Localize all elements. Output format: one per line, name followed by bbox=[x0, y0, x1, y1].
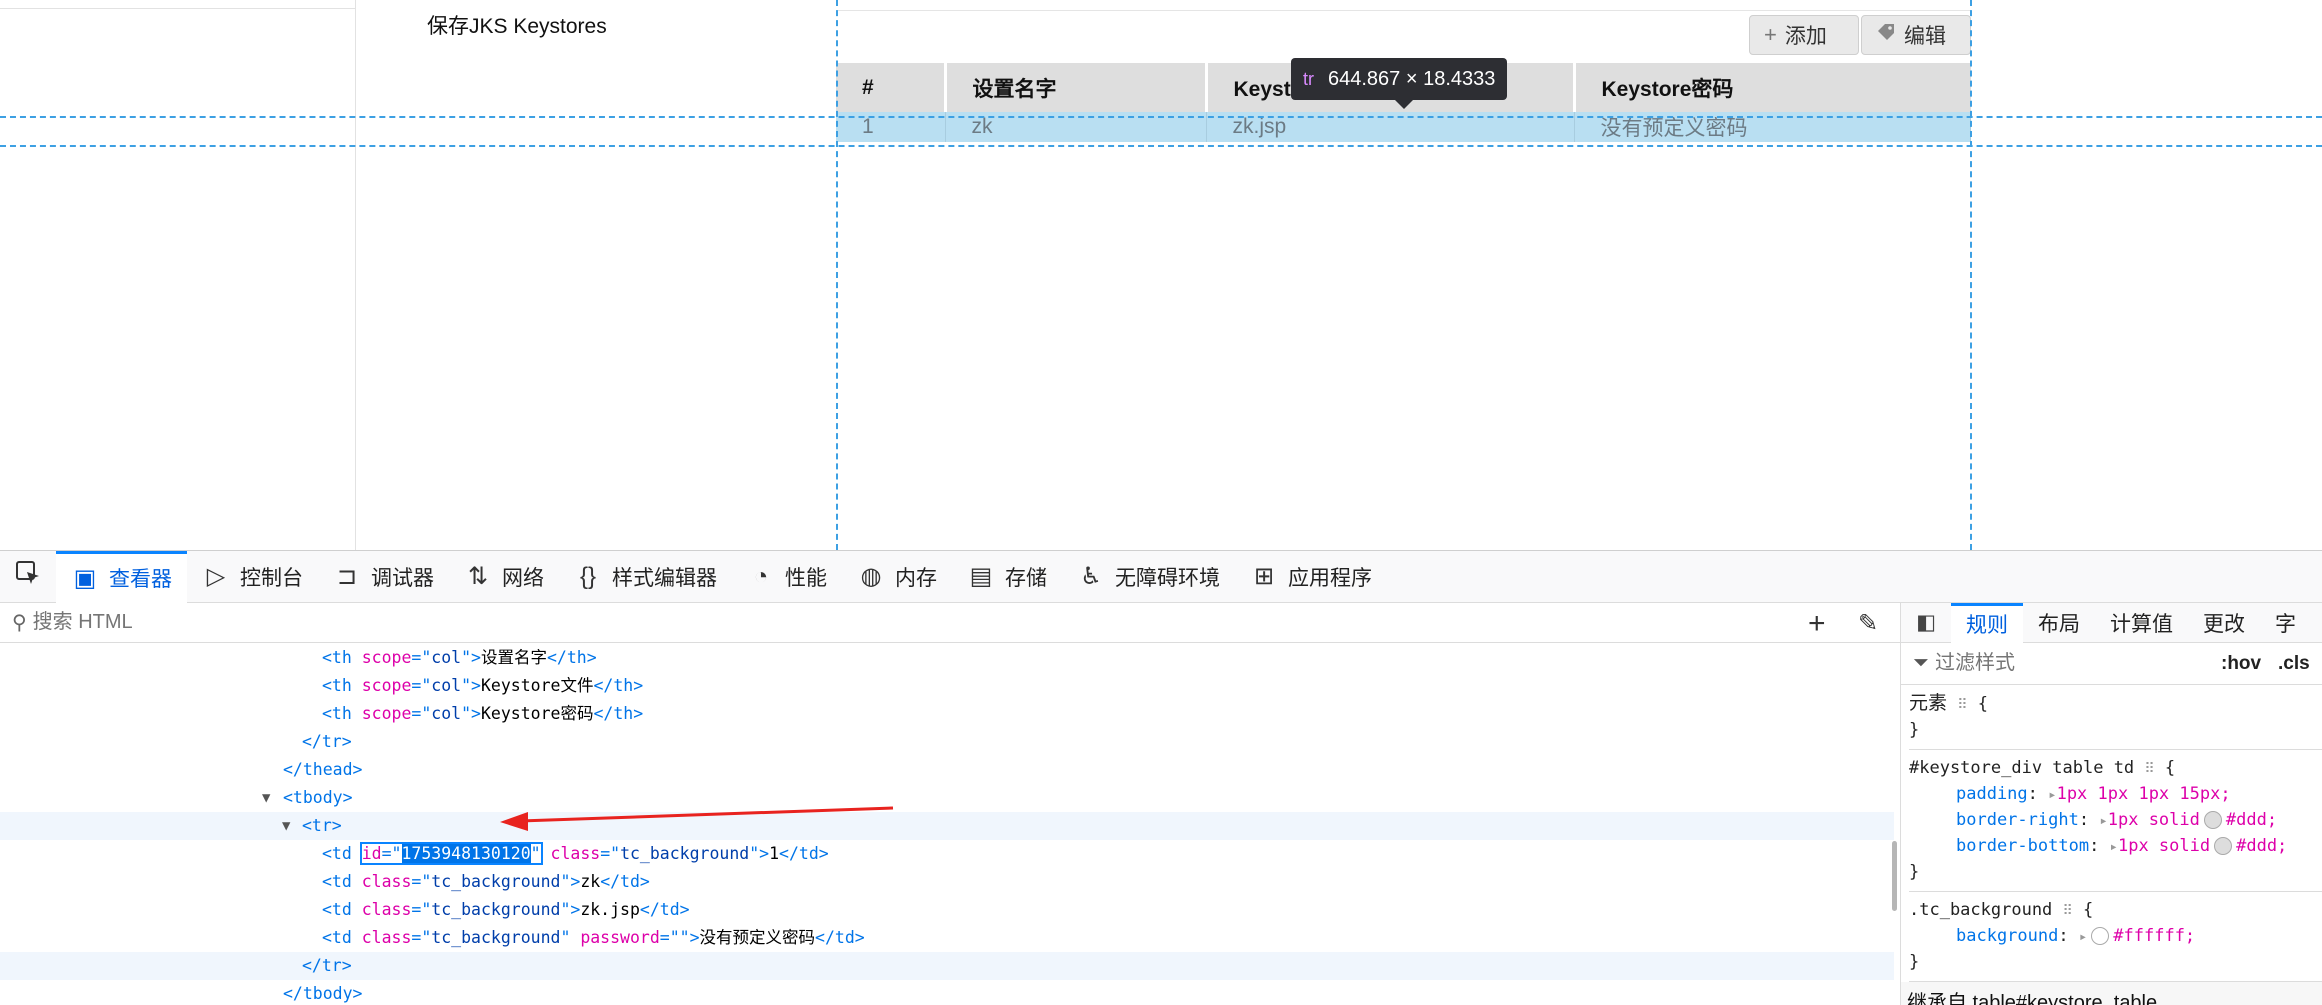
rule-selector: 元素 bbox=[1909, 693, 1948, 714]
rule-selector[interactable]: .tc_background bbox=[1909, 900, 2052, 920]
tooltip-arrow bbox=[1395, 100, 1413, 109]
highlight-guide-left bbox=[836, 0, 838, 550]
rule-selector[interactable]: #keystore_div table td bbox=[1909, 758, 2134, 778]
filter-icon: ⏷ bbox=[1913, 652, 1929, 674]
section-title: 保存JKS Keystores bbox=[427, 15, 607, 38]
rule-property[interactable]: border-bottom: ▸1px solid #ddd; bbox=[1909, 834, 2322, 860]
add-button-label: 添加 bbox=[1784, 25, 1827, 48]
inherited-header: 继承自 table#keystore_table bbox=[1901, 982, 2322, 1005]
divider bbox=[0, 8, 356, 9]
tooltip-size: 644.867 × 18.4333 bbox=[1328, 67, 1496, 90]
devtools-panel: ▣ 查看器 ▷ 控制台 ⊐ 调试器 ⇅ 网络 {} 样式编辑器 ◔ 性能 ◍ 内… bbox=[0, 550, 2322, 1005]
plus-icon: + bbox=[1764, 22, 1777, 47]
rules-panel: ◧ 规则 布局 计算值 更改 字 ⏷ :hov .cls 元素 ⠿ { } #k… bbox=[1901, 602, 2322, 1005]
color-swatch[interactable] bbox=[2214, 837, 2233, 855]
edit-button[interactable]: 编辑 bbox=[1861, 15, 1971, 55]
column-header-index[interactable]: # bbox=[836, 63, 947, 112]
cls-toggle[interactable]: .cls bbox=[2278, 653, 2310, 675]
rule-element: 元素 ⠿ { } bbox=[1909, 685, 2322, 750]
rules-list: 元素 ⠿ { } #keystore_div table td ⠿ { padd… bbox=[1901, 685, 2322, 982]
sidebar-tabs: ◧ 规则 布局 计算值 更改 字 bbox=[1901, 602, 2322, 643]
rule-tc-background: .tc_background ⠿ { background: ▸ #ffffff;… bbox=[1909, 892, 2322, 982]
dock-sidebar-icon[interactable]: ◧ bbox=[1901, 610, 1951, 635]
color-swatch[interactable] bbox=[2091, 927, 2110, 945]
edit-button-label: 编辑 bbox=[1904, 25, 1946, 48]
tooltip-tag: tr bbox=[1303, 68, 1314, 89]
grid-icon: ⠿ bbox=[1957, 697, 1968, 713]
tab-layout[interactable]: 布局 bbox=[2023, 603, 2095, 643]
hov-toggle[interactable]: :hov bbox=[2221, 653, 2261, 675]
element-size-tooltip: tr 644.867 × 18.4333 bbox=[1291, 58, 1508, 109]
tag-icon bbox=[1876, 22, 1896, 48]
divider bbox=[836, 10, 1971, 11]
column-header-name[interactable]: 设置名字 bbox=[945, 63, 1208, 112]
left-sidebar bbox=[0, 0, 356, 550]
rule-property[interactable]: border-right: ▸1px solid #ddd; bbox=[1909, 808, 2322, 834]
tab-fonts[interactable]: 字 bbox=[2260, 603, 2311, 643]
tab-changes[interactable]: 更改 bbox=[2188, 603, 2260, 643]
grid-icon: ⠿ bbox=[2144, 761, 2155, 777]
tab-computed[interactable]: 计算值 bbox=[2095, 603, 2188, 643]
rule-property[interactable]: padding: ▸1px 1px 1px 15px; bbox=[1909, 782, 2322, 808]
page-view: 保存JKS Keystores + 添加 编辑 # 设置名字 Keystore文… bbox=[0, 0, 2322, 550]
add-button[interactable]: + 添加 bbox=[1749, 15, 1859, 55]
rule-property[interactable]: background: ▸ #ffffff; bbox=[1909, 924, 2322, 950]
filter-styles-bar: ⏷ :hov .cls bbox=[1901, 643, 2322, 685]
grid-icon: ⠿ bbox=[2062, 903, 2073, 919]
highlight-guide-right bbox=[1970, 0, 1972, 550]
filter-styles-input[interactable] bbox=[1935, 652, 2225, 675]
color-swatch[interactable] bbox=[2203, 811, 2222, 829]
column-header-password[interactable]: Keystore密码 bbox=[1574, 63, 1971, 112]
highlight-guide-bottom bbox=[0, 145, 2322, 147]
rule-keystore-td: #keystore_div table td ⠿ { padding: ▸1px… bbox=[1909, 750, 2322, 892]
annotation-arrow bbox=[500, 806, 894, 831]
tab-rules[interactable]: 规则 bbox=[1951, 602, 2023, 643]
highlight-guide-top bbox=[0, 116, 2322, 118]
